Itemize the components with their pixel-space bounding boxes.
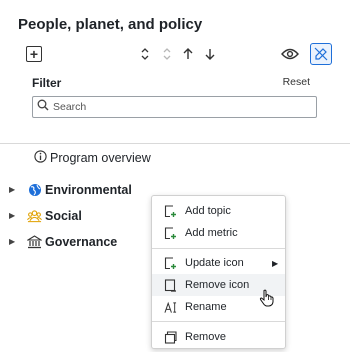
tree-item-social[interactable]: ▶ Social xyxy=(9,208,82,223)
menu-item-remove[interactable]: Remove xyxy=(152,326,285,348)
institution-icon xyxy=(27,234,42,249)
trash-icon xyxy=(164,330,177,344)
tree-item-governance[interactable]: ▶ Governance xyxy=(9,234,117,249)
menu-item-label: Update icon xyxy=(185,257,244,269)
arrow-down-icon[interactable] xyxy=(204,44,216,64)
search-input[interactable] xyxy=(53,101,293,113)
tree-item-label: Social xyxy=(45,208,82,223)
toolbar: + xyxy=(0,43,350,66)
info-icon xyxy=(34,150,47,166)
menu-item-add-metric[interactable]: Add metric xyxy=(152,222,285,244)
globe-icon xyxy=(27,182,42,197)
caret-right-icon[interactable]: ▶ xyxy=(9,185,17,194)
rename-icon xyxy=(164,301,177,314)
caret-right-icon[interactable]: ▶ xyxy=(9,237,17,246)
add-metric-icon xyxy=(164,226,177,240)
tree-item-environmental[interactable]: ▶ Environmental xyxy=(9,182,132,197)
divider xyxy=(0,143,350,144)
remove-icon-icon xyxy=(164,278,177,292)
panel-title: People, planet, and policy xyxy=(18,16,203,33)
arrow-up-icon[interactable] xyxy=(182,44,194,64)
eye-icon[interactable] xyxy=(280,44,300,64)
people-icon xyxy=(27,208,42,223)
search-field[interactable] xyxy=(32,96,317,118)
add-topic-icon xyxy=(164,204,177,218)
hand-cursor-icon xyxy=(259,289,274,307)
filter-label: Filter xyxy=(32,76,62,90)
search-icon xyxy=(37,98,49,116)
menu-item-label: Add metric xyxy=(185,227,238,239)
menu-separator xyxy=(152,321,285,322)
program-overview-label: Program overview xyxy=(50,151,151,165)
caret-right-icon[interactable]: ▶ xyxy=(9,211,17,220)
menu-separator xyxy=(152,248,285,249)
sort-icon-muted[interactable] xyxy=(161,44,173,64)
reset-link[interactable]: Reset xyxy=(283,76,310,88)
menu-item-label: Remove icon xyxy=(185,279,250,291)
menu-item-label: Remove xyxy=(185,331,226,343)
program-overview-item[interactable]: Program overview xyxy=(34,150,151,166)
sort-icon[interactable] xyxy=(139,44,151,64)
tree-item-label: Environmental xyxy=(45,182,132,197)
add-box-icon[interactable]: + xyxy=(26,46,42,62)
edit-off-icon[interactable] xyxy=(310,43,332,65)
menu-item-label: Add topic xyxy=(185,205,231,217)
submenu-arrow-icon: ▶ xyxy=(272,258,279,268)
update-icon-icon xyxy=(164,256,177,270)
tree-item-label: Governance xyxy=(45,234,118,249)
menu-item-update-icon[interactable]: Update icon ▶ xyxy=(152,252,285,274)
menu-item-add-topic[interactable]: Add topic xyxy=(152,200,285,222)
context-menu: Add topic Add metric Update icon ▶ Remov… xyxy=(151,195,286,349)
menu-item-label: Rename xyxy=(185,301,227,313)
